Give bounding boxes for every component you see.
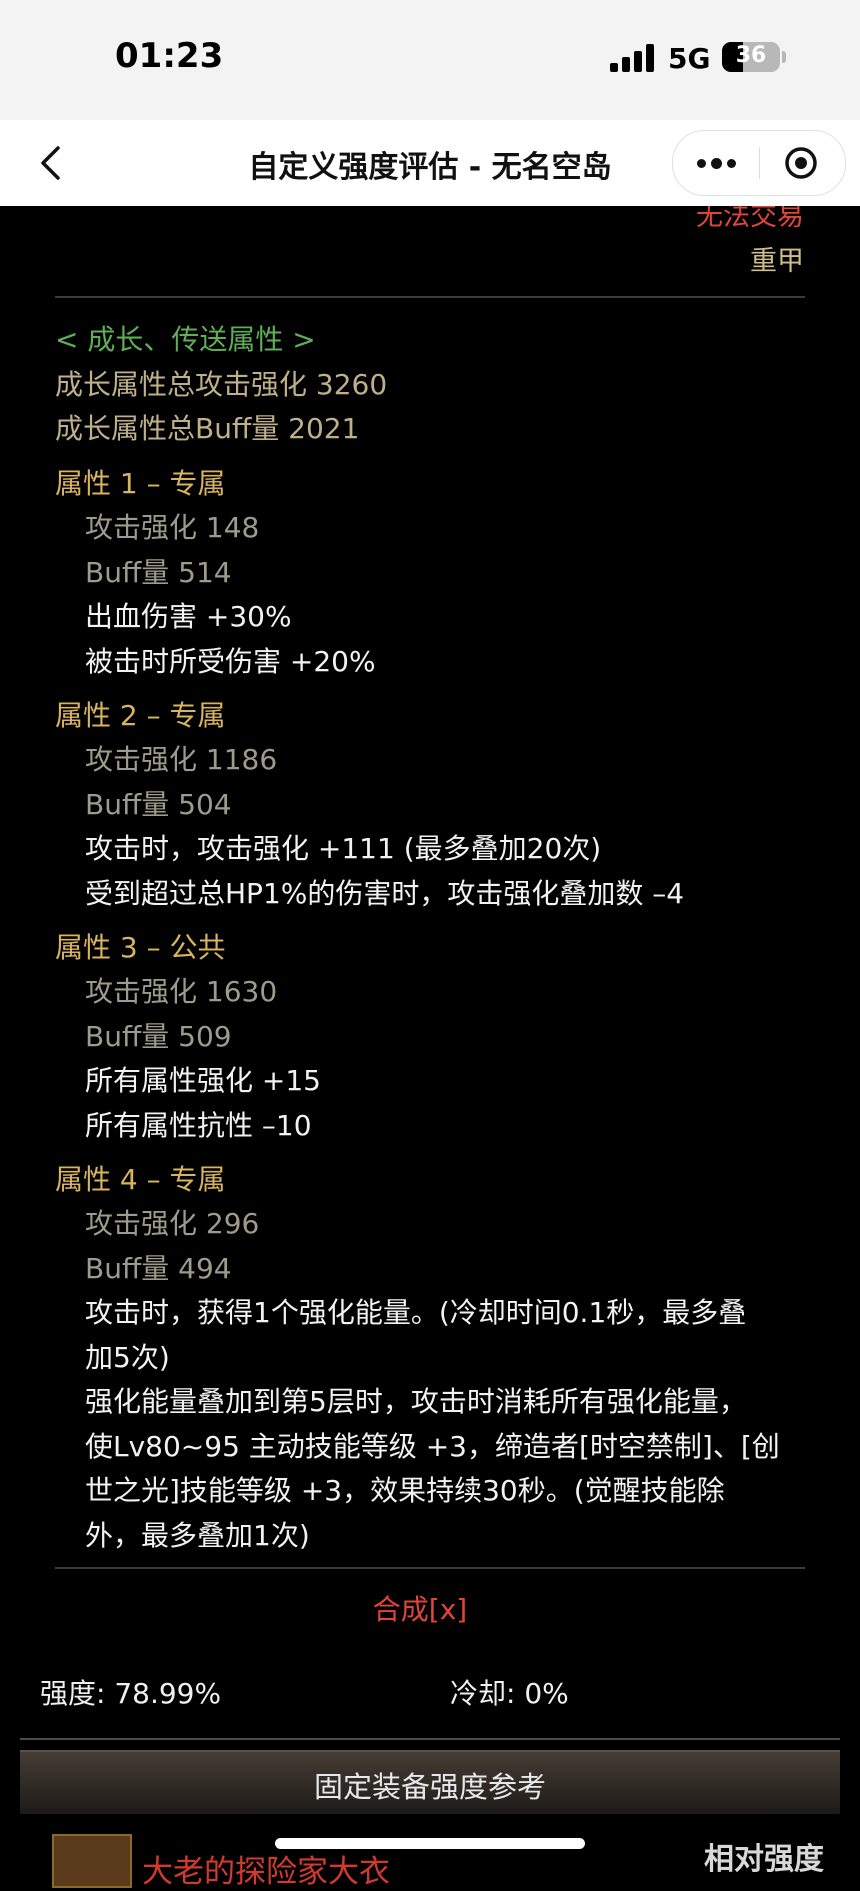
reference-item-name[interactable]: 大老的探险家大衣 bbox=[142, 1846, 390, 1891]
status-bar: 01:23 5G 36 bbox=[0, 0, 860, 120]
more-icon[interactable] bbox=[673, 131, 759, 195]
attribute-attack: 攻击强化 1630 bbox=[85, 975, 278, 1008]
attribute-effect: 外，最多叠加1次) bbox=[85, 1519, 310, 1552]
attribute-buff: Buff量 494 bbox=[85, 1252, 232, 1285]
attribute-title: 属性 1 – 专属 bbox=[55, 467, 226, 500]
growth-total-buff: 成长属性总Buff量 2021 bbox=[55, 412, 360, 445]
divider bbox=[55, 1567, 805, 1569]
growth-header: < 成长、传送属性 > bbox=[55, 323, 316, 356]
relative-strength-header: 相对强度 bbox=[704, 1842, 824, 1877]
attribute-attack: 攻击强化 296 bbox=[85, 1207, 260, 1240]
cooldown-stat: 冷却: 0% bbox=[450, 1677, 569, 1710]
attribute-title: 属性 2 – 专属 bbox=[55, 699, 226, 732]
attribute-effect: 加5次) bbox=[85, 1341, 170, 1374]
mini-program-capsule bbox=[672, 130, 846, 196]
attribute-effect: 所有属性强化 +15 bbox=[85, 1064, 321, 1097]
attribute-effect: 世之光]技能等级 +3，效果持续30秒。(觉醒技能除 bbox=[85, 1474, 725, 1507]
nav-bar: 自定义强度评估 - 无名空岛 bbox=[0, 120, 860, 206]
attribute-effect: 攻击时，获得1个强化能量。(冷却时间0.1秒，最多叠 bbox=[85, 1296, 747, 1329]
network-type: 5G bbox=[668, 42, 711, 75]
item-thumbnail bbox=[52, 1834, 132, 1888]
attribute-effect: 所有属性抗性 –10 bbox=[85, 1109, 312, 1142]
attribute-effect: 出血伤害 +30% bbox=[85, 600, 292, 633]
attribute-buff: Buff量 509 bbox=[85, 1020, 232, 1053]
trade-restriction: 无法交易 bbox=[696, 206, 804, 232]
synth-link[interactable]: 合成[x] bbox=[0, 1588, 840, 1628]
attribute-attack: 攻击强化 148 bbox=[85, 511, 260, 544]
armor-type: 重甲 bbox=[750, 246, 804, 277]
strength-stat: 强度: 78.99% bbox=[40, 1677, 222, 1710]
battery-tip bbox=[782, 51, 786, 63]
page-title: 自定义强度评估 - 无名空岛 bbox=[248, 150, 612, 185]
close-target-icon[interactable] bbox=[784, 146, 818, 180]
divider bbox=[55, 296, 805, 298]
attribute-effect: 受到超过总HP1%的伤害时，攻击强化叠加数 –4 bbox=[85, 877, 685, 910]
home-indicator bbox=[275, 1838, 585, 1849]
attribute-buff: Buff量 514 bbox=[85, 556, 232, 589]
capsule-divider bbox=[759, 147, 760, 179]
attribute-effect: 使Lv80~95 主动技能等级 +3，缔造者[时空禁制]、[创 bbox=[85, 1430, 780, 1463]
attribute-effect: 强化能量叠加到第5层时，攻击时消耗所有强化能量， bbox=[85, 1385, 747, 1418]
reference-header: 固定装备强度参考 bbox=[20, 1750, 840, 1814]
status-time: 01:23 bbox=[115, 36, 224, 76]
attribute-title: 属性 4 – 专属 bbox=[55, 1163, 226, 1196]
battery-icon: 36 bbox=[722, 42, 780, 72]
back-arrow-icon[interactable] bbox=[28, 138, 78, 188]
item-detail-content: 无法交易 重甲 < 成长、传送属性 > 成长属性总攻击强化 3260 成长属性总… bbox=[0, 206, 860, 1864]
attribute-buff: Buff量 504 bbox=[85, 788, 232, 821]
growth-total-attack: 成长属性总攻击强化 3260 bbox=[55, 368, 388, 401]
attribute-title: 属性 3 – 公共 bbox=[55, 931, 226, 964]
reference-title: 固定装备强度参考 bbox=[313, 1770, 546, 1804]
attribute-effect: 攻击时，攻击强化 +111 (最多叠加20次) bbox=[85, 832, 602, 865]
attribute-effect: 被击时所受伤害 +20% bbox=[85, 645, 376, 678]
battery-level: 36 bbox=[735, 43, 767, 68]
divider bbox=[20, 1738, 840, 1740]
attribute-attack: 攻击强化 1186 bbox=[85, 743, 278, 776]
signal-icon bbox=[610, 44, 654, 72]
